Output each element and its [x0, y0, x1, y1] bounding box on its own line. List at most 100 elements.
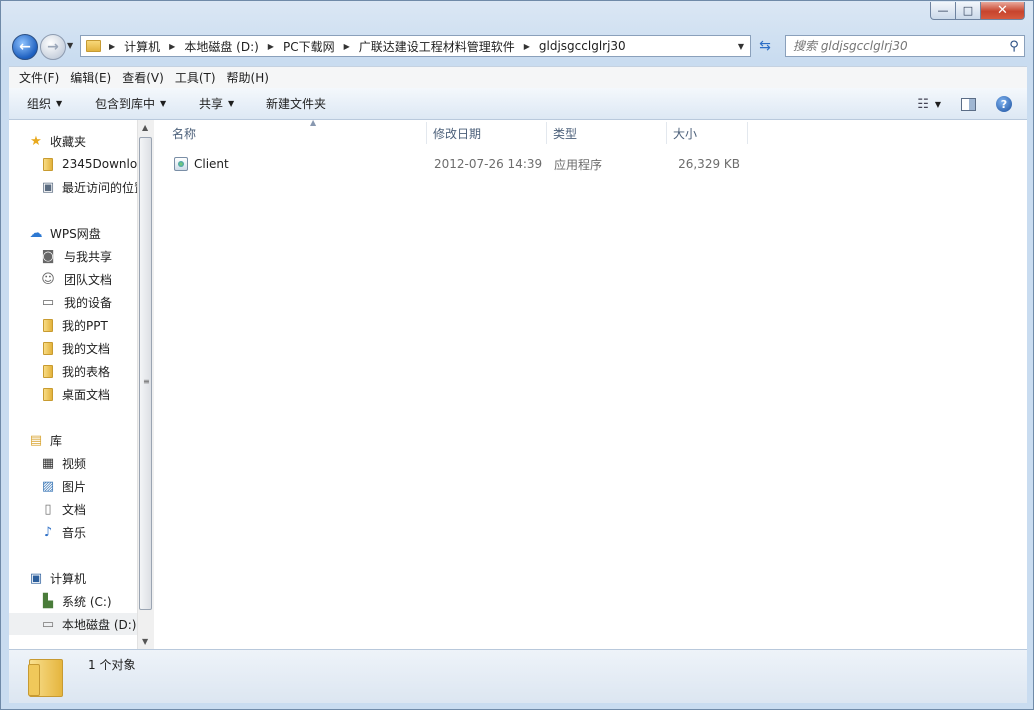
back-button[interactable]: ← — [12, 34, 38, 60]
menu-help[interactable]: 帮助(H) — [227, 69, 269, 86]
music-icon: ♪ — [43, 524, 53, 540]
sidebar-item-label: 我的PPT — [62, 318, 108, 333]
search-box[interactable]: ⚲ — [785, 35, 1025, 57]
column-divider[interactable] — [747, 122, 748, 144]
sidebar-item-shared-with-me[interactable]: ◙ 与我共享 — [40, 245, 112, 267]
chevron-down-icon[interactable]: ▼ — [935, 100, 941, 109]
folder-icon — [86, 40, 101, 52]
sidebar-item-my-docs[interactable]: 我的文档 — [40, 337, 110, 359]
address-bar[interactable]: ▶ 计算机 ▶ 本地磁盘 (D:) ▶ PC下载网 ▶ 广联达建设工程材料管理软… — [80, 35, 751, 57]
file-name-cell[interactable]: Client — [174, 153, 229, 175]
view-controls: ☷ ▼ ? — [917, 88, 1027, 120]
sidebar-wps-cloud[interactable]: ☁ WPS网盘 — [28, 222, 101, 244]
search-input[interactable] — [786, 38, 1004, 54]
sidebar-item-drive-c[interactable]: ▙ 系统 (C:) — [40, 590, 112, 612]
application-icon — [174, 157, 188, 171]
chevron-right-icon[interactable]: ▶ — [344, 42, 350, 51]
file-size: 26,329 KB — [678, 157, 740, 171]
drive-icon: ▭ — [41, 616, 55, 632]
command-bar: 组织 ▼ 包含到库中 ▼ 共享 ▼ 新建文件夹 ☷ ▼ ? — [9, 88, 1027, 120]
menu-tools[interactable]: 工具(T) — [175, 69, 216, 86]
search-icon[interactable]: ⚲ — [1004, 39, 1024, 54]
column-header-label: 类型 — [553, 126, 578, 141]
sidebar-item-music[interactable]: ♪ 音乐 — [40, 521, 86, 543]
column-header-type[interactable]: 类型 — [553, 120, 577, 146]
folder-icon — [40, 386, 56, 402]
scroll-up-icon[interactable]: ▲ — [142, 123, 148, 132]
minimize-button[interactable]: — — [930, 2, 956, 20]
column-header-date[interactable]: 修改日期 — [433, 120, 481, 146]
column-divider[interactable] — [666, 122, 667, 144]
menu-view[interactable]: 查看(V) — [122, 69, 164, 86]
sidebar-item-documents[interactable]: ▯ 文档 — [40, 498, 86, 520]
organize-button[interactable]: 组织 ▼ — [27, 95, 62, 112]
menu-file[interactable]: 文件(F) — [19, 69, 59, 86]
breadcrumb-computer[interactable]: 计算机 — [124, 38, 160, 55]
sidebar-favorites[interactable]: ★ 收藏夹 — [28, 130, 86, 152]
change-view-icon[interactable]: ☷ — [917, 97, 929, 112]
new-folder-button[interactable]: 新建文件夹 — [266, 95, 326, 112]
sidebar-item-label: 我的文档 — [62, 341, 111, 356]
column-header-label: 大小 — [673, 126, 698, 141]
sidebar-item-label: 桌面文档 — [62, 387, 111, 402]
column-divider[interactable] — [426, 122, 427, 144]
chevron-right-icon[interactable]: ▶ — [524, 42, 530, 51]
sidebar-item-videos[interactable]: ▦ 视频 — [40, 452, 86, 474]
sidebar-library[interactable]: ▤ 库 — [28, 429, 62, 451]
sidebar-item-label: 我的表格 — [62, 364, 111, 379]
sidebar-item-label: 音乐 — [62, 525, 87, 540]
breadcrumb-glodon-folder[interactable]: 广联达建设工程材料管理软件 — [359, 38, 515, 55]
menu-edit[interactable]: 编辑(E) — [70, 69, 111, 86]
back-arrow-icon: ← — [19, 39, 31, 55]
sidebar-item-label: 库 — [50, 433, 63, 448]
chevron-right-icon[interactable]: ▶ — [169, 42, 175, 51]
recent-pages-dropdown[interactable]: ▼ — [67, 41, 73, 50]
chevron-right-icon[interactable]: ▶ — [268, 42, 274, 51]
picture-icon: ▨ — [41, 478, 55, 494]
column-divider[interactable] — [546, 122, 547, 144]
sidebar-item-2345downloads[interactable]: 2345Downloads — [40, 153, 137, 175]
preview-pane-icon[interactable] — [961, 97, 976, 111]
star-icon: ★ — [30, 133, 42, 149]
sidebar-computer[interactable]: ▣ 计算机 — [28, 567, 86, 589]
sidebar-item-recent-places[interactable]: ▣ 最近访问的位置 — [40, 176, 137, 198]
include-in-library-button[interactable]: 包含到库中 ▼ — [95, 95, 166, 112]
address-dropdown-icon[interactable]: ▼ — [732, 42, 750, 51]
navigation-scrollbar[interactable]: ▲ ≡ ▼ — [137, 120, 154, 649]
sidebar-item-drive-d[interactable]: ▭ 本地磁盘 (D:) — [9, 613, 137, 635]
file-date: 2012-07-26 14:39 — [434, 157, 543, 171]
refresh-button[interactable]: ⇆ — [753, 35, 777, 57]
sidebar-item-label: 文档 — [62, 502, 87, 517]
organize-label: 组织 — [27, 97, 52, 111]
camera-icon: ◙ — [41, 248, 55, 264]
grip-icon: ≡ — [143, 377, 150, 386]
sidebar-item-team-docs[interactable]: ☺ 团队文档 — [40, 268, 112, 290]
sidebar-item-desktop-docs[interactable]: 桌面文档 — [40, 383, 110, 405]
breadcrumb-current-folder[interactable]: gldjsgcclglrj30 — [539, 39, 626, 53]
help-icon[interactable]: ? — [996, 96, 1012, 112]
table-row[interactable]: Client 2012-07-26 14:39 应用程序 26,329 KB — [154, 153, 754, 175]
column-header-name[interactable]: ▲ 名称 — [172, 118, 316, 146]
sidebar-item-my-ppt[interactable]: 我的PPT — [40, 314, 108, 336]
folder-icon — [40, 363, 56, 379]
maximize-button[interactable]: □ — [956, 2, 981, 20]
sort-arrow-icon: ▲ — [310, 118, 317, 127]
new-folder-label: 新建文件夹 — [266, 97, 327, 111]
sidebar-item-pictures[interactable]: ▨ 图片 — [40, 475, 86, 497]
column-header-size[interactable]: 大小 — [673, 120, 697, 146]
sidebar-item-label: 系统 (C:) — [62, 594, 112, 609]
breadcrumb-drive-d[interactable]: 本地磁盘 (D:) — [184, 38, 258, 55]
chevron-right-icon[interactable]: ▶ — [109, 42, 115, 51]
share-button[interactable]: 共享 ▼ — [199, 95, 234, 112]
sidebar-item-label: 我的设备 — [64, 295, 113, 310]
breadcrumb-pc-download[interactable]: PC下载网 — [283, 38, 335, 55]
forward-button[interactable]: → — [40, 34, 66, 60]
sidebar-item-my-devices[interactable]: ▭ 我的设备 — [40, 291, 112, 313]
sidebar-item-my-sheets[interactable]: 我的表格 — [40, 360, 110, 382]
computer-icon: ▣ — [29, 570, 43, 586]
scroll-down-icon[interactable]: ▼ — [142, 637, 148, 646]
scroll-thumb[interactable]: ≡ — [139, 137, 152, 610]
file-list: ▲ 名称 修改日期 类型 大小 Client 2012-07-26 14:39 … — [154, 118, 1027, 649]
close-button[interactable]: ✕ — [981, 2, 1025, 20]
column-header-label: 名称 — [172, 126, 197, 141]
